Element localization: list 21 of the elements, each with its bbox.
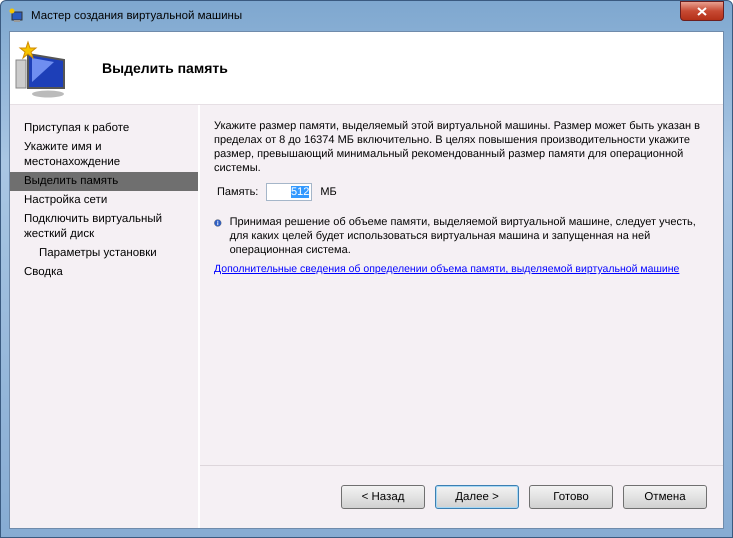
window-title: Мастер создания виртуальной машины [31, 10, 242, 22]
wizard-step[interactable]: Настройка сети [10, 191, 198, 210]
wizard-step[interactable]: Сводка [10, 263, 198, 282]
wizard-step[interactable]: Выделить память [10, 172, 198, 191]
wizard-step[interactable]: Укажите имя и местонахождение [10, 138, 198, 172]
wizard-button[interactable]: Отмена [623, 485, 707, 509]
close-icon [697, 6, 707, 16]
wizard-button[interactable]: Готово [529, 485, 613, 509]
wizard-button[interactable]: < Назад [341, 485, 425, 509]
wizard-step[interactable]: Приступая к работе [10, 119, 198, 138]
close-button[interactable] [680, 1, 724, 21]
page-heading: Выделить память [102, 60, 228, 76]
memory-label: Память: [217, 186, 258, 198]
info-text: Принимая решение об объеме памяти, выделяемой виртуальной машине, следует учесть, для каких целей будет использоваться виртуальная машина и запущенная на ней операционная система. [230, 215, 697, 257]
description-text: Укажите размер памяти, выделяемый этой виртуальной машины. Размер может быть указан в пределах от 8 до 16374 МБ включительно. В целях повышения производительности укажите размер, превышающий минимальный рекомендованный размер памяти для операционной системы. [214, 119, 701, 175]
wizard-step[interactable]: Параметры установки [10, 244, 198, 263]
unit-label: МБ [320, 186, 337, 198]
help-link[interactable]: Дополнительные сведения об определении объема памяти, выделяемой виртуальной машине [214, 263, 680, 275]
wizard-button[interactable]: Далее > [435, 485, 519, 509]
wizard-step[interactable]: Подключить виртуальный жесткий диск [10, 210, 198, 244]
app-icon [9, 8, 25, 24]
